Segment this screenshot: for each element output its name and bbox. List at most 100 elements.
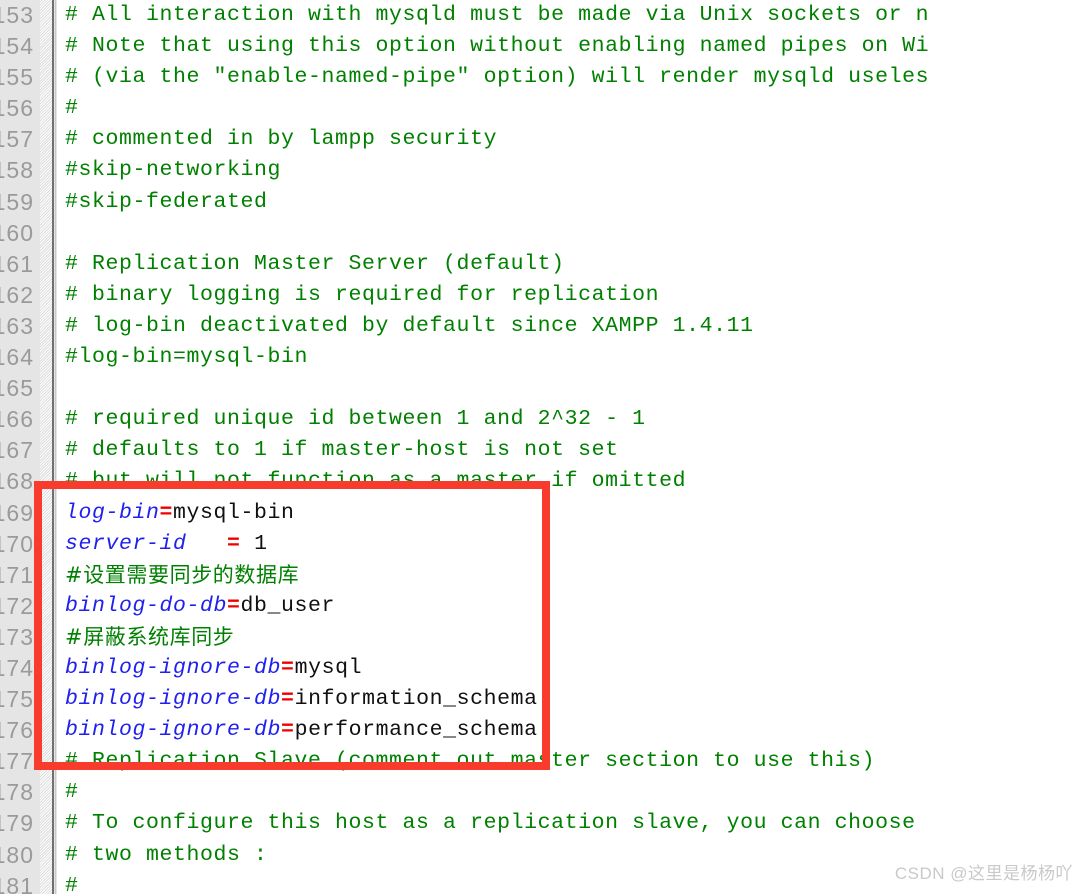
gutter-fold-margin[interactable]	[40, 0, 52, 894]
line-number: 176	[0, 717, 34, 744]
code-text-area[interactable]: # All interaction with mysqld must be ma…	[57, 0, 1087, 894]
line-number: 181	[0, 872, 34, 894]
code-token-key: binlog-do-db	[65, 593, 228, 618]
code-line[interactable]: #设置需要同步的数据库	[57, 560, 1087, 591]
code-line[interactable]: # (via the "enable-named-pipe" option) w…	[57, 62, 1087, 93]
code-line[interactable]: # commented in by lampp security	[57, 124, 1087, 155]
code-token-comment: #	[65, 780, 79, 805]
code-token-key: binlog-ignore-db	[65, 687, 282, 712]
line-number: 153	[0, 2, 34, 28]
code-line[interactable]: # binary logging is required for replica…	[57, 280, 1087, 311]
line-number: 172	[0, 592, 34, 619]
code-token-value: db_user	[240, 593, 336, 618]
code-line[interactable]: # Note that using this option without en…	[57, 31, 1087, 62]
code-line[interactable]: # required unique id between 1 and 2^32 …	[57, 404, 1087, 435]
line-number-gutter: 153 154 155 156 157 158 159 160 161 162 163 164 165 1…	[0, 0, 57, 894]
code-line[interactable]: # log-bin deactivated by default since X…	[57, 311, 1087, 342]
line-number-list: 153 154 155 156 157 158 159 160 161 162 163 164 165 1…	[0, 0, 40, 894]
code-line[interactable]: binlog-ignore-db=information_schema	[57, 684, 1087, 715]
code-line[interactable]: log-bin=mysql-bin	[57, 498, 1087, 529]
line-number: 179	[0, 810, 34, 837]
code-line[interactable]: #	[57, 777, 1087, 808]
line-number: 178	[0, 779, 34, 806]
line-number: 162	[0, 281, 34, 308]
code-line[interactable]	[57, 373, 1087, 404]
code-token-comment: # defaults to 1 if master-host is not se…	[65, 438, 619, 463]
line-number: 168	[0, 468, 34, 495]
code-token-comment: # log-bin deactivated by default since X…	[65, 313, 754, 338]
gutter-divider-rule	[52, 0, 54, 894]
code-line[interactable]: #skip-networking	[57, 155, 1087, 186]
code-token-comment: # Note that using this option without en…	[65, 34, 930, 59]
code-line[interactable]: binlog-ignore-db=mysql	[57, 653, 1087, 684]
code-line[interactable]: # but will not function as a master if o…	[57, 466, 1087, 497]
line-number: 158	[0, 157, 34, 184]
line-number: 170	[0, 530, 34, 557]
line-number: 174	[0, 654, 34, 681]
line-number: 175	[0, 686, 34, 713]
code-token-comment: # To configure this host as a replicatio…	[65, 811, 916, 836]
code-token-comment: # binary logging is required for replica…	[65, 282, 660, 307]
code-line[interactable]: # Replication Slave (comment out master …	[57, 746, 1087, 777]
code-line[interactable]: binlog-do-db=db_user	[57, 591, 1087, 622]
code-line[interactable]: # Replication Master Server (default)	[57, 249, 1087, 280]
code-token-comment: #skip-federated	[65, 189, 268, 214]
code-line[interactable]: #log-bin=mysql-bin	[57, 342, 1087, 373]
line-number: 169	[0, 499, 34, 526]
line-number: 167	[0, 437, 34, 464]
code-token-comment-cjk: #屏蔽系统库同步	[65, 624, 235, 649]
code-line[interactable]: # All interaction with mysqld must be ma…	[57, 0, 1087, 31]
code-token-value: mysql	[294, 655, 363, 680]
line-number: 173	[0, 623, 34, 650]
line-number: 164	[0, 344, 34, 371]
code-token-comment: # commented in by lampp security	[65, 127, 498, 152]
code-token-equals: =	[227, 531, 241, 556]
code-line[interactable]: #	[57, 93, 1087, 124]
code-token-equals: =	[281, 687, 295, 712]
code-token-key: binlog-ignore-db	[65, 718, 282, 743]
code-token-equals: =	[227, 593, 241, 618]
line-number: 155	[0, 64, 34, 91]
code-token-comment: # All interaction with mysqld must be ma…	[65, 3, 930, 27]
code-token-value: mysql-bin	[173, 500, 295, 525]
code-token-equals: =	[281, 718, 295, 743]
code-token-equals: =	[281, 655, 295, 680]
csdn-watermark: CSDN @这里是杨杨吖	[894, 864, 1073, 883]
gutter-background: 153 154 155 156 157 158 159 160 161 162 163 164 165 1…	[0, 0, 40, 894]
code-token-comment: #	[65, 96, 79, 121]
code-line[interactable]	[57, 218, 1087, 249]
code-editor[interactable]: 153 154 155 156 157 158 159 160 161 162 163 164 165 1…	[0, 0, 1087, 894]
code-token-comment: #log-bin=mysql-bin	[65, 345, 309, 370]
code-token-comment: # required unique id between 1 and 2^32 …	[65, 407, 646, 432]
code-line[interactable]: #skip-federated	[57, 187, 1087, 218]
code-token-comment: # but will not function as a master if o…	[65, 469, 687, 494]
line-number: 159	[0, 188, 34, 215]
code-token-key: server-id	[65, 531, 187, 556]
code-token-key: log-bin	[65, 500, 160, 525]
line-number: 161	[0, 250, 34, 277]
line-number: 177	[0, 748, 34, 775]
code-token-equals: =	[159, 500, 174, 525]
code-token-comment: # Replication Slave (comment out master …	[65, 749, 876, 774]
code-line[interactable]: #屏蔽系统库同步	[57, 622, 1087, 653]
code-token-comment: # Replication Master Server (default)	[65, 251, 565, 276]
code-token-value: performance_schema	[294, 718, 538, 743]
line-number: 163	[0, 312, 34, 339]
code-token-value: information_schema	[294, 687, 538, 712]
code-line[interactable]: server-id = 1	[57, 529, 1087, 560]
line-number: 165	[0, 375, 34, 402]
code-token-key: binlog-ignore-db	[65, 655, 282, 680]
code-line[interactable]: # To configure this host as a replicatio…	[57, 808, 1087, 839]
code-line[interactable]: binlog-ignore-db=performance_schema	[57, 715, 1087, 746]
line-number: 166	[0, 406, 34, 433]
line-number: 171	[0, 561, 34, 588]
code-token-comment: #skip-networking	[65, 158, 282, 183]
code-line[interactable]: # defaults to 1 if master-host is not se…	[57, 435, 1087, 466]
code-token-value: 1	[240, 531, 268, 556]
code-token-comment-cjk: #设置需要同步的数据库	[65, 562, 300, 587]
code-token-comment: # (via the "enable-named-pipe" option) w…	[65, 65, 930, 90]
line-number: 160	[0, 219, 34, 246]
code-token-comment: # two methods :	[65, 842, 268, 867]
line-number: 154	[0, 33, 34, 60]
line-number: 157	[0, 126, 34, 153]
